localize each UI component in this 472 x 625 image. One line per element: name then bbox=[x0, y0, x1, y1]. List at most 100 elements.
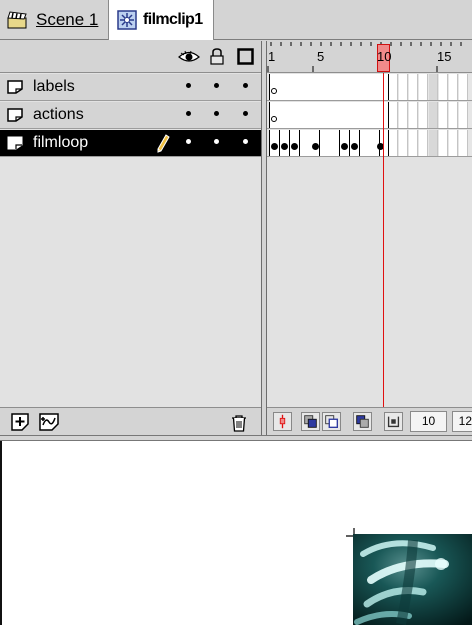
keyframe-border bbox=[269, 130, 270, 156]
keyframe[interactable] bbox=[341, 143, 348, 150]
add-motion-guide-icon[interactable] bbox=[39, 413, 59, 431]
layer-page-icon bbox=[7, 136, 23, 150]
frame-cell[interactable] bbox=[389, 74, 398, 100]
layer-name: labels bbox=[33, 78, 75, 95]
frame-span[interactable] bbox=[269, 130, 389, 156]
frame-cell[interactable] bbox=[429, 74, 438, 100]
ruler-label-1: 1 bbox=[268, 49, 276, 64]
keyframe-border bbox=[269, 74, 270, 100]
edit-bar: Scene 1 filmclip1 bbox=[0, 0, 472, 40]
frame-cell[interactable] bbox=[399, 130, 408, 156]
frame-cell[interactable] bbox=[399, 74, 408, 100]
layer-row-labels[interactable]: labels bbox=[0, 74, 261, 101]
frame-cell[interactable] bbox=[419, 130, 428, 156]
blank-keyframe[interactable] bbox=[271, 88, 277, 94]
layer-page-icon bbox=[7, 108, 23, 122]
playhead-line bbox=[383, 73, 384, 407]
pencil-icon bbox=[157, 134, 170, 153]
frame-cell[interactable] bbox=[439, 102, 448, 128]
keyframe-border bbox=[359, 130, 360, 156]
timeline-footer: 10 12. bbox=[267, 407, 472, 435]
clip-label: filmclip1 bbox=[143, 11, 203, 28]
blank-keyframe[interactable] bbox=[271, 116, 277, 122]
layer-header bbox=[0, 41, 261, 73]
scene-label: Scene 1 bbox=[36, 10, 99, 29]
lock-dot[interactable] bbox=[214, 83, 219, 88]
keyframe-border bbox=[339, 130, 340, 156]
frame-cell[interactable] bbox=[449, 102, 458, 128]
outline-dot[interactable] bbox=[243, 139, 248, 144]
lock-dot[interactable] bbox=[214, 139, 219, 144]
ruler-label-10: 10 bbox=[377, 49, 392, 64]
frame-cell[interactable] bbox=[459, 130, 468, 156]
frame-cell[interactable] bbox=[439, 74, 448, 100]
movieclip-breadcrumb[interactable]: filmclip1 bbox=[108, 0, 214, 40]
keyframe-border bbox=[299, 130, 300, 156]
keyframe[interactable] bbox=[351, 143, 358, 150]
frame-cell[interactable] bbox=[429, 130, 438, 156]
stage[interactable] bbox=[0, 441, 472, 625]
outline-dot[interactable] bbox=[243, 111, 248, 116]
modify-onion-markers-icon[interactable] bbox=[384, 412, 403, 431]
frame-cell[interactable] bbox=[419, 102, 428, 128]
lock-icon[interactable] bbox=[210, 48, 224, 65]
layer-panel: labels actions filmloop bbox=[0, 41, 261, 435]
frame-cell[interactable] bbox=[409, 74, 418, 100]
layer-row-filmloop[interactable]: filmloop bbox=[0, 130, 261, 157]
edit-multiple-frames-icon[interactable] bbox=[353, 412, 372, 431]
frame-span[interactable] bbox=[269, 102, 389, 128]
lock-dot[interactable] bbox=[214, 111, 219, 116]
current-frame-field[interactable]: 10 bbox=[410, 411, 447, 432]
visibility-dot[interactable] bbox=[186, 111, 191, 116]
layer-page-icon bbox=[7, 80, 23, 94]
visibility-dot[interactable] bbox=[186, 139, 191, 144]
frame-cell[interactable] bbox=[439, 130, 448, 156]
delete-layer-icon[interactable] bbox=[231, 415, 247, 432]
clapperboard-icon bbox=[7, 11, 27, 29]
frame-cell[interactable] bbox=[449, 74, 458, 100]
timeline-panel: 1 5 10 15 10 12 bbox=[267, 41, 472, 435]
keyframe[interactable] bbox=[271, 143, 278, 150]
frame-ruler[interactable]: 1 5 10 15 bbox=[267, 41, 472, 73]
center-frame-icon[interactable] bbox=[273, 412, 292, 431]
ruler-label-5: 5 bbox=[317, 49, 325, 64]
filmloop-image[interactable] bbox=[353, 534, 472, 625]
frame-rate-field[interactable]: 12. bbox=[452, 411, 472, 432]
frame-cell[interactable] bbox=[459, 74, 468, 100]
frame-span[interactable] bbox=[269, 74, 389, 100]
frame-cell[interactable] bbox=[449, 130, 458, 156]
frame-cell[interactable] bbox=[399, 102, 408, 128]
frame-row-actions[interactable] bbox=[267, 102, 472, 129]
frame-cell[interactable] bbox=[409, 102, 418, 128]
frame-cell[interactable] bbox=[389, 130, 398, 156]
keyframe[interactable] bbox=[281, 143, 288, 150]
keyframe-border bbox=[269, 102, 270, 128]
frame-cell[interactable] bbox=[459, 102, 468, 128]
layer-name: filmloop bbox=[33, 134, 89, 151]
keyframe[interactable] bbox=[312, 143, 319, 150]
keyframe-border bbox=[319, 130, 320, 156]
keyframe-border bbox=[279, 130, 280, 156]
onion-skin-outlines-icon[interactable] bbox=[322, 412, 341, 431]
keyframe-border bbox=[349, 130, 350, 156]
visibility-dot[interactable] bbox=[186, 83, 191, 88]
scene-breadcrumb[interactable]: Scene 1 bbox=[0, 0, 108, 40]
insert-layer-icon[interactable] bbox=[11, 413, 29, 431]
movieclip-icon bbox=[117, 10, 137, 30]
layer-name: actions bbox=[33, 106, 84, 123]
frame-row-labels[interactable] bbox=[267, 74, 472, 101]
frame-cell[interactable] bbox=[419, 74, 428, 100]
frame-cell[interactable] bbox=[429, 102, 438, 128]
ruler-label-15: 15 bbox=[437, 49, 452, 64]
keyframe[interactable] bbox=[291, 143, 298, 150]
eye-icon[interactable] bbox=[178, 50, 200, 64]
outline-dot[interactable] bbox=[243, 83, 248, 88]
frame-cell[interactable] bbox=[389, 102, 398, 128]
keyframe-border bbox=[289, 130, 290, 156]
outline-square-icon[interactable] bbox=[237, 48, 254, 65]
layer-row-actions[interactable]: actions bbox=[0, 102, 261, 129]
frame-cell[interactable] bbox=[409, 130, 418, 156]
frame-row-filmloop[interactable] bbox=[267, 130, 472, 157]
onion-skin-icon[interactable] bbox=[301, 412, 320, 431]
layer-footer bbox=[0, 407, 261, 435]
